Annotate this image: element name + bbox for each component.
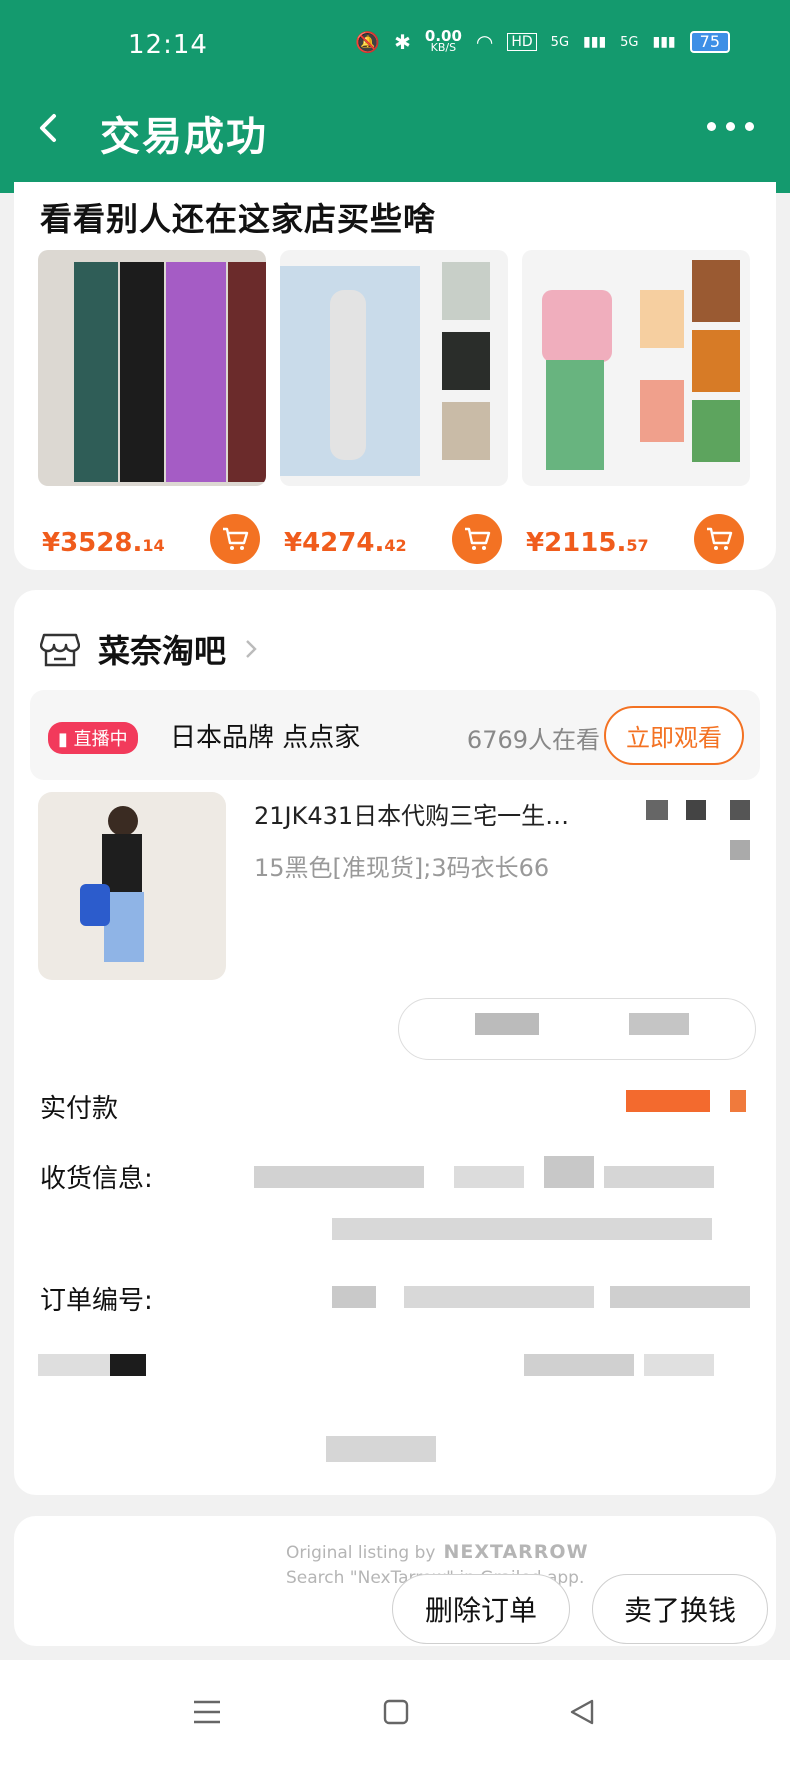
pixelated-shipping bbox=[544, 1156, 594, 1188]
more-options-icon[interactable] bbox=[707, 122, 754, 131]
add-to-cart-button[interactable] bbox=[694, 514, 744, 564]
pixelated-shipping bbox=[254, 1166, 424, 1188]
sell-for-cash-button[interactable]: 卖了换钱 bbox=[592, 1574, 768, 1644]
live-bars-icon: ▮ bbox=[58, 729, 68, 750]
bluetooth-icon: ✱ bbox=[394, 30, 411, 54]
product-card[interactable]: ¥3528.14 bbox=[38, 250, 266, 564]
pixelated-order-time bbox=[524, 1354, 634, 1376]
status-time: 12:14 bbox=[128, 30, 208, 60]
product-image[interactable] bbox=[38, 250, 266, 486]
item-image[interactable] bbox=[38, 792, 226, 980]
pixelated-price bbox=[686, 800, 706, 820]
top-bar: 12:14 🔕 ✱ 0.00 KB/S ◠ HD 5G ▮▮▮ 5G ▮▮▮ 7… bbox=[0, 0, 790, 193]
back-arrow-icon[interactable] bbox=[30, 108, 70, 148]
pixelated-order-time bbox=[38, 1354, 110, 1376]
item-title[interactable]: 21JK431日本代购三宅一生… bbox=[254, 796, 624, 831]
add-to-cart-button[interactable] bbox=[452, 514, 502, 564]
pixelated-shipping bbox=[332, 1218, 712, 1240]
chevron-right-icon bbox=[246, 640, 257, 658]
cart-icon bbox=[465, 527, 491, 550]
hd-icon: HD bbox=[507, 33, 537, 51]
pixelated-shipping bbox=[604, 1166, 714, 1188]
wifi-icon: ◠ bbox=[475, 30, 494, 54]
product-image[interactable] bbox=[280, 250, 508, 486]
battery-icon: 75 bbox=[689, 31, 730, 53]
view-more-link[interactable] bbox=[326, 1436, 436, 1462]
pixelated-paid-amount bbox=[626, 1090, 710, 1112]
store-icon bbox=[40, 633, 80, 667]
product-price: ¥4274.42 bbox=[284, 528, 407, 558]
product-price: ¥2115.57 bbox=[526, 528, 649, 558]
recommend-title: 看看别人还在这家店买些啥 bbox=[40, 200, 437, 238]
product-image[interactable] bbox=[522, 250, 750, 486]
back-triangle-icon[interactable] bbox=[568, 1698, 596, 1726]
store-header[interactable]: 菜奈淘吧 bbox=[40, 626, 258, 672]
product-card[interactable]: ¥4274.42 bbox=[280, 250, 508, 564]
signal-5g-icon-2: 5G bbox=[620, 34, 639, 50]
signal-bars-icon: ▮▮▮ bbox=[583, 34, 607, 50]
order-card: 菜奈淘吧 ▮ 直播中 日本品牌 点点家 6769人在看 立即观看 21JK431… bbox=[14, 590, 776, 1495]
paid-amount-label: 实付款 bbox=[40, 1094, 119, 1124]
viewer-count: 6769人在看 bbox=[466, 726, 600, 754]
pixelated-qty bbox=[730, 840, 750, 860]
pixelated-order-time bbox=[644, 1354, 714, 1376]
pixelated-order-time bbox=[110, 1354, 146, 1376]
delete-order-button[interactable]: 删除订单 bbox=[392, 1574, 570, 1644]
pixelated-paid-amount bbox=[730, 1090, 746, 1112]
signal-bars-icon-2: ▮▮▮ bbox=[652, 34, 676, 50]
live-text: 日本品牌 点点家 bbox=[170, 723, 361, 753]
store-name: 菜奈淘吧 bbox=[98, 632, 227, 670]
status-icons: 🔕 ✱ 0.00 KB/S ◠ HD 5G ▮▮▮ 5G ▮▮▮ 75 bbox=[355, 27, 730, 54]
mute-bell-icon: 🔕 bbox=[355, 30, 381, 54]
net-speed: 0.00 KB/S bbox=[424, 27, 462, 54]
cart-icon bbox=[707, 527, 733, 550]
live-badge: ▮ 直播中 bbox=[48, 722, 138, 754]
system-nav-bar bbox=[0, 1660, 790, 1768]
pixelated-price bbox=[730, 800, 750, 820]
pixelated-price bbox=[646, 800, 668, 820]
order-number-label: 订单编号: bbox=[40, 1286, 153, 1316]
product-price: ¥3528.14 bbox=[42, 528, 165, 558]
shipping-info-label: 收货信息: bbox=[40, 1164, 153, 1194]
add-to-cart-button[interactable] bbox=[210, 514, 260, 564]
live-banner[interactable]: ▮ 直播中 日本品牌 点点家 6769人在看 立即观看 bbox=[30, 690, 760, 780]
pixelated-order-number bbox=[332, 1286, 376, 1308]
menu-icon[interactable] bbox=[192, 1698, 222, 1726]
product-card[interactable]: ¥2115.57 bbox=[522, 250, 750, 564]
resell-button[interactable] bbox=[398, 998, 756, 1060]
pixelated-shipping bbox=[454, 1166, 524, 1188]
signal-5g-icon: 5G bbox=[550, 34, 570, 50]
home-square-icon[interactable] bbox=[382, 1698, 410, 1726]
recommend-card: 看看别人还在这家店买些啥 ¥3528.14 ¥4274.42 ¥2115.57 bbox=[14, 182, 776, 570]
cart-icon bbox=[223, 527, 249, 550]
pixelated-order-number bbox=[404, 1286, 594, 1308]
watch-now-button[interactable]: 立即观看 bbox=[604, 706, 744, 765]
item-spec: 15黑色[准现货];3码衣长66 bbox=[254, 854, 550, 882]
page-title: 交易成功 bbox=[100, 114, 268, 160]
pixelated-order-number bbox=[610, 1286, 750, 1308]
